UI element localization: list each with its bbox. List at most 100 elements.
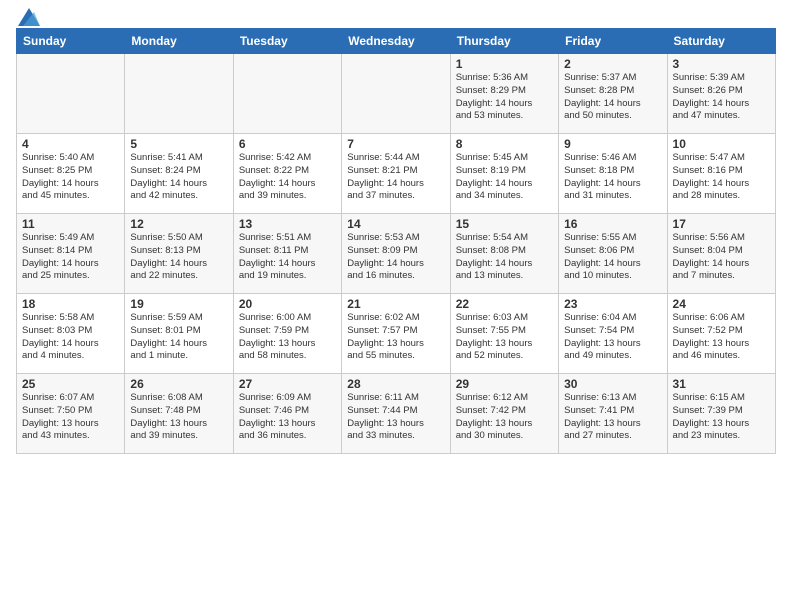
day-number: 7 <box>347 137 444 151</box>
day-number: 21 <box>347 297 444 311</box>
day-info: Sunrise: 5:58 AM Sunset: 8:03 PM Dayligh… <box>22 312 119 363</box>
day-number: 2 <box>564 57 661 71</box>
calendar-cell: 30Sunrise: 6:13 AM Sunset: 7:41 PM Dayli… <box>559 374 667 454</box>
col-header-friday: Friday <box>559 29 667 54</box>
calendar-cell: 31Sunrise: 6:15 AM Sunset: 7:39 PM Dayli… <box>667 374 775 454</box>
day-number: 31 <box>673 377 770 391</box>
day-number: 18 <box>22 297 119 311</box>
day-info: Sunrise: 6:08 AM Sunset: 7:48 PM Dayligh… <box>130 392 227 443</box>
day-info: Sunrise: 5:39 AM Sunset: 8:26 PM Dayligh… <box>673 72 770 123</box>
calendar-cell <box>342 54 450 134</box>
day-number: 20 <box>239 297 336 311</box>
day-info: Sunrise: 5:47 AM Sunset: 8:16 PM Dayligh… <box>673 152 770 203</box>
calendar-cell: 14Sunrise: 5:53 AM Sunset: 8:09 PM Dayli… <box>342 214 450 294</box>
calendar-week-3: 11Sunrise: 5:49 AM Sunset: 8:14 PM Dayli… <box>17 214 776 294</box>
day-number: 25 <box>22 377 119 391</box>
day-number: 8 <box>456 137 553 151</box>
calendar-cell: 22Sunrise: 6:03 AM Sunset: 7:55 PM Dayli… <box>450 294 558 374</box>
calendar-week-1: 1Sunrise: 5:36 AM Sunset: 8:29 PM Daylig… <box>17 54 776 134</box>
calendar-cell <box>233 54 341 134</box>
calendar-cell: 19Sunrise: 5:59 AM Sunset: 8:01 PM Dayli… <box>125 294 233 374</box>
day-number: 15 <box>456 217 553 231</box>
day-info: Sunrise: 6:04 AM Sunset: 7:54 PM Dayligh… <box>564 312 661 363</box>
calendar-cell: 27Sunrise: 6:09 AM Sunset: 7:46 PM Dayli… <box>233 374 341 454</box>
day-number: 16 <box>564 217 661 231</box>
day-info: Sunrise: 5:41 AM Sunset: 8:24 PM Dayligh… <box>130 152 227 203</box>
calendar-cell: 8Sunrise: 5:45 AM Sunset: 8:19 PM Daylig… <box>450 134 558 214</box>
calendar-cell: 16Sunrise: 5:55 AM Sunset: 8:06 PM Dayli… <box>559 214 667 294</box>
day-number: 1 <box>456 57 553 71</box>
calendar-cell: 1Sunrise: 5:36 AM Sunset: 8:29 PM Daylig… <box>450 54 558 134</box>
logo <box>16 10 40 22</box>
day-info: Sunrise: 5:56 AM Sunset: 8:04 PM Dayligh… <box>673 232 770 283</box>
day-number: 23 <box>564 297 661 311</box>
calendar-cell <box>125 54 233 134</box>
day-number: 14 <box>347 217 444 231</box>
day-info: Sunrise: 6:15 AM Sunset: 7:39 PM Dayligh… <box>673 392 770 443</box>
calendar-week-4: 18Sunrise: 5:58 AM Sunset: 8:03 PM Dayli… <box>17 294 776 374</box>
day-number: 26 <box>130 377 227 391</box>
day-number: 9 <box>564 137 661 151</box>
day-info: Sunrise: 6:00 AM Sunset: 7:59 PM Dayligh… <box>239 312 336 363</box>
calendar-cell: 12Sunrise: 5:50 AM Sunset: 8:13 PM Dayli… <box>125 214 233 294</box>
day-number: 13 <box>239 217 336 231</box>
day-info: Sunrise: 6:07 AM Sunset: 7:50 PM Dayligh… <box>22 392 119 443</box>
calendar-cell: 11Sunrise: 5:49 AM Sunset: 8:14 PM Dayli… <box>17 214 125 294</box>
day-info: Sunrise: 5:51 AM Sunset: 8:11 PM Dayligh… <box>239 232 336 283</box>
calendar-cell: 26Sunrise: 6:08 AM Sunset: 7:48 PM Dayli… <box>125 374 233 454</box>
day-info: Sunrise: 5:49 AM Sunset: 8:14 PM Dayligh… <box>22 232 119 283</box>
col-header-thursday: Thursday <box>450 29 558 54</box>
col-header-sunday: Sunday <box>17 29 125 54</box>
calendar-cell: 4Sunrise: 5:40 AM Sunset: 8:25 PM Daylig… <box>17 134 125 214</box>
day-info: Sunrise: 5:59 AM Sunset: 8:01 PM Dayligh… <box>130 312 227 363</box>
day-number: 3 <box>673 57 770 71</box>
day-info: Sunrise: 5:55 AM Sunset: 8:06 PM Dayligh… <box>564 232 661 283</box>
calendar-cell: 28Sunrise: 6:11 AM Sunset: 7:44 PM Dayli… <box>342 374 450 454</box>
calendar-table: SundayMondayTuesdayWednesdayThursdayFrid… <box>16 28 776 454</box>
day-info: Sunrise: 5:36 AM Sunset: 8:29 PM Dayligh… <box>456 72 553 123</box>
day-number: 10 <box>673 137 770 151</box>
day-number: 22 <box>456 297 553 311</box>
calendar-cell: 5Sunrise: 5:41 AM Sunset: 8:24 PM Daylig… <box>125 134 233 214</box>
col-header-tuesday: Tuesday <box>233 29 341 54</box>
day-number: 4 <box>22 137 119 151</box>
calendar-cell <box>17 54 125 134</box>
calendar-cell: 6Sunrise: 5:42 AM Sunset: 8:22 PM Daylig… <box>233 134 341 214</box>
calendar-cell: 10Sunrise: 5:47 AM Sunset: 8:16 PM Dayli… <box>667 134 775 214</box>
day-info: Sunrise: 5:44 AM Sunset: 8:21 PM Dayligh… <box>347 152 444 203</box>
calendar-cell: 25Sunrise: 6:07 AM Sunset: 7:50 PM Dayli… <box>17 374 125 454</box>
day-number: 12 <box>130 217 227 231</box>
day-number: 28 <box>347 377 444 391</box>
day-info: Sunrise: 6:09 AM Sunset: 7:46 PM Dayligh… <box>239 392 336 443</box>
day-info: Sunrise: 5:54 AM Sunset: 8:08 PM Dayligh… <box>456 232 553 283</box>
day-number: 11 <box>22 217 119 231</box>
day-info: Sunrise: 6:12 AM Sunset: 7:42 PM Dayligh… <box>456 392 553 443</box>
day-info: Sunrise: 5:53 AM Sunset: 8:09 PM Dayligh… <box>347 232 444 283</box>
calendar-cell: 15Sunrise: 5:54 AM Sunset: 8:08 PM Dayli… <box>450 214 558 294</box>
day-info: Sunrise: 5:42 AM Sunset: 8:22 PM Dayligh… <box>239 152 336 203</box>
calendar-cell: 9Sunrise: 5:46 AM Sunset: 8:18 PM Daylig… <box>559 134 667 214</box>
day-number: 24 <box>673 297 770 311</box>
day-info: Sunrise: 5:37 AM Sunset: 8:28 PM Dayligh… <box>564 72 661 123</box>
col-header-monday: Monday <box>125 29 233 54</box>
day-number: 30 <box>564 377 661 391</box>
logo-icon <box>18 8 40 26</box>
day-info: Sunrise: 6:13 AM Sunset: 7:41 PM Dayligh… <box>564 392 661 443</box>
calendar-cell: 2Sunrise: 5:37 AM Sunset: 8:28 PM Daylig… <box>559 54 667 134</box>
day-info: Sunrise: 5:46 AM Sunset: 8:18 PM Dayligh… <box>564 152 661 203</box>
calendar-cell: 18Sunrise: 5:58 AM Sunset: 8:03 PM Dayli… <box>17 294 125 374</box>
calendar-cell: 29Sunrise: 6:12 AM Sunset: 7:42 PM Dayli… <box>450 374 558 454</box>
day-info: Sunrise: 5:45 AM Sunset: 8:19 PM Dayligh… <box>456 152 553 203</box>
day-info: Sunrise: 6:11 AM Sunset: 7:44 PM Dayligh… <box>347 392 444 443</box>
header <box>16 10 776 22</box>
day-info: Sunrise: 6:03 AM Sunset: 7:55 PM Dayligh… <box>456 312 553 363</box>
calendar-cell: 21Sunrise: 6:02 AM Sunset: 7:57 PM Dayli… <box>342 294 450 374</box>
day-number: 17 <box>673 217 770 231</box>
day-info: Sunrise: 5:40 AM Sunset: 8:25 PM Dayligh… <box>22 152 119 203</box>
day-number: 29 <box>456 377 553 391</box>
day-number: 27 <box>239 377 336 391</box>
calendar-week-2: 4Sunrise: 5:40 AM Sunset: 8:25 PM Daylig… <box>17 134 776 214</box>
calendar-header-row: SundayMondayTuesdayWednesdayThursdayFrid… <box>17 29 776 54</box>
day-number: 19 <box>130 297 227 311</box>
calendar-cell: 3Sunrise: 5:39 AM Sunset: 8:26 PM Daylig… <box>667 54 775 134</box>
